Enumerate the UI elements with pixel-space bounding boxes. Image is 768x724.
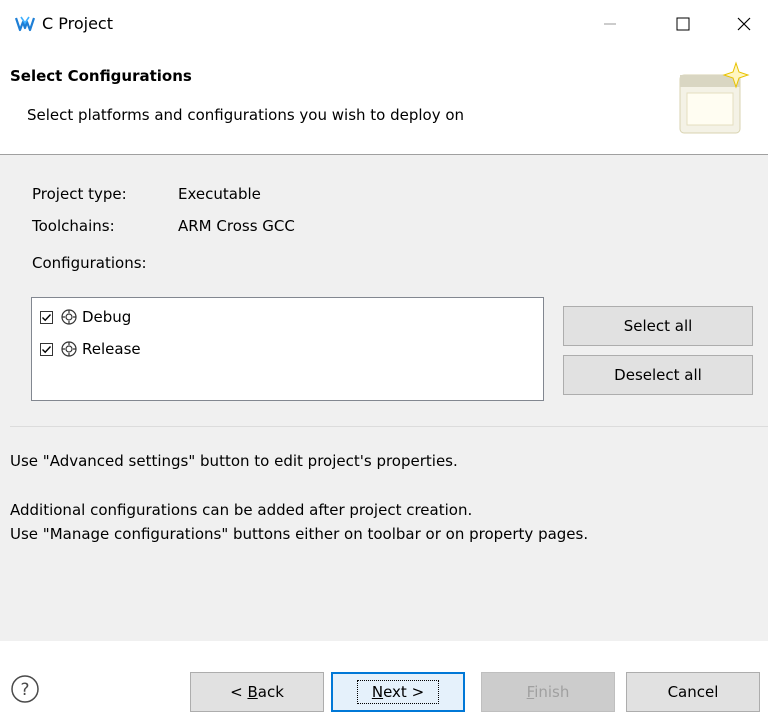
back-label: < Back xyxy=(230,683,284,701)
advanced-settings-message: Use "Advanced settings" button to edit p… xyxy=(10,452,458,470)
finish-button[interactable]: Finish xyxy=(481,672,615,712)
back-button[interactable]: < Back xyxy=(190,672,324,712)
deselect-all-button[interactable]: Deselect all xyxy=(563,355,753,395)
config-item-debug[interactable]: Debug xyxy=(40,306,131,328)
cancel-button[interactable]: Cancel xyxy=(626,672,760,712)
next-label: Next > xyxy=(356,680,440,704)
project-type-value: Executable xyxy=(178,185,261,203)
select-all-button[interactable]: Select all xyxy=(563,306,753,346)
footer-divider xyxy=(0,641,768,642)
help-icon: ? xyxy=(11,675,39,703)
toolchains-value: ARM Cross GCC xyxy=(178,217,295,235)
minimize-icon xyxy=(604,23,616,25)
info-divider xyxy=(10,426,768,427)
maximize-icon xyxy=(676,17,690,31)
app-logo-icon xyxy=(14,14,36,34)
release-checkbox[interactable] xyxy=(40,342,53,356)
checkmark-icon xyxy=(42,313,52,321)
debug-checkbox[interactable] xyxy=(40,310,53,324)
manage-configurations-message: Use "Manage configurations" buttons eith… xyxy=(10,525,589,543)
maximize-button[interactable] xyxy=(659,0,707,48)
gear-icon xyxy=(60,340,78,358)
page-description: Select platforms and configurations you … xyxy=(27,106,465,124)
config-label-release: Release xyxy=(82,340,141,358)
project-type-label: Project type: xyxy=(32,185,127,203)
checkmark-icon xyxy=(42,345,52,353)
page-title: Select Configurations xyxy=(10,67,192,85)
next-button[interactable]: Next > xyxy=(331,672,465,712)
close-icon xyxy=(737,17,751,31)
wizard-banner-icon xyxy=(678,61,750,139)
minimize-button[interactable] xyxy=(586,0,634,48)
svg-text:?: ? xyxy=(20,680,29,700)
help-button[interactable]: ? xyxy=(10,674,40,704)
window-title: C Project xyxy=(42,14,113,33)
additional-configurations-message: Additional configurations can be added a… xyxy=(10,501,473,519)
config-label-debug: Debug xyxy=(82,308,132,326)
toolchains-label: Toolchains: xyxy=(32,217,115,235)
configurations-list[interactable]: Debug Release xyxy=(31,297,544,401)
title-bar xyxy=(0,0,768,48)
close-button[interactable] xyxy=(720,0,768,48)
configurations-label: Configurations: xyxy=(32,254,147,272)
finish-label: Finish xyxy=(526,683,570,701)
gear-icon xyxy=(60,308,78,326)
config-item-release[interactable]: Release xyxy=(40,338,141,360)
